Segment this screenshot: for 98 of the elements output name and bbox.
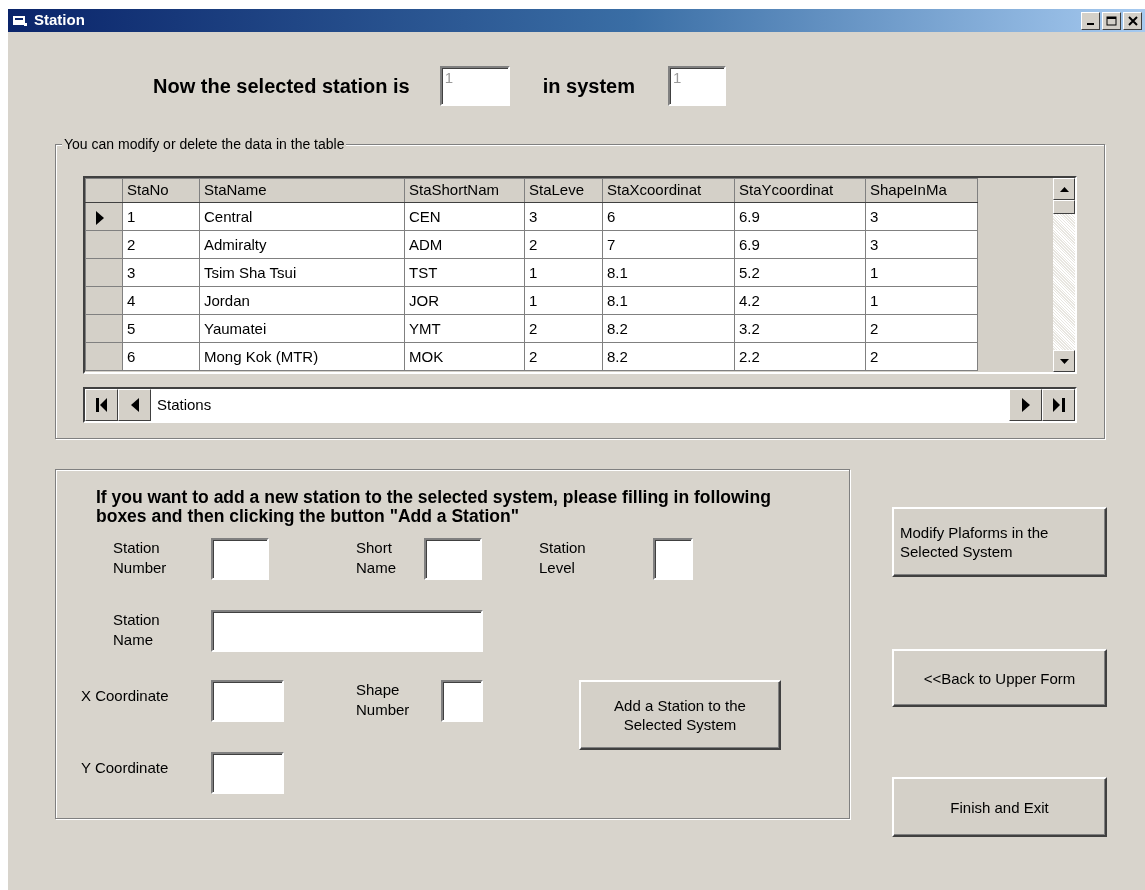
previous-icon: [130, 398, 139, 412]
table-cell: 8.1: [602, 258, 735, 287]
input-field[interactable]: [211, 610, 483, 652]
table-cell: JOR: [404, 286, 525, 315]
table-cell: 6.9: [734, 230, 866, 259]
next-record-button[interactable]: [1009, 389, 1042, 421]
field-label: Y Coordinate: [81, 758, 170, 778]
minimize-icon: [1087, 23, 1094, 25]
vertical-scrollbar[interactable]: [1053, 178, 1075, 372]
table-cell: ADM: [404, 230, 525, 259]
down-arrow-icon: [1059, 358, 1069, 364]
column-header[interactable]: StaXcoordinat: [602, 178, 735, 203]
table-cell: 1: [122, 202, 200, 231]
input-field[interactable]: [424, 538, 482, 580]
table-cell: Tsim Sha Tsui: [199, 258, 405, 287]
field-label: Station Level: [539, 538, 587, 578]
navigator-caption: Stations: [156, 394, 213, 415]
window-title: Station: [34, 10, 85, 31]
current-row-icon: [96, 210, 104, 225]
instructions-text: If you want to add a new station to the selected system, please filling in following boxes and then clicking the button "Add a Station": [96, 488, 772, 526]
table-cell: 1: [524, 258, 603, 287]
add-station-button[interactable]: Add a Station to the Selected System: [579, 680, 781, 750]
form-button[interactable]: Modify Plaforms in the Selected System: [892, 507, 1107, 577]
minimize-button[interactable]: [1081, 11, 1100, 30]
table-cell: 1: [865, 286, 978, 315]
table-cell: 4.2: [734, 286, 866, 315]
row-selector[interactable]: [85, 202, 123, 231]
table-cell: Admiralty: [199, 230, 405, 259]
table-cell: Mong Kok (MTR): [199, 342, 405, 371]
table-cell: 2: [524, 314, 603, 343]
data-grid[interactable]: [83, 176, 1077, 374]
table-cell: 7: [602, 230, 735, 259]
table-cell: 2: [122, 230, 200, 259]
field-label: Shape Number: [356, 680, 411, 720]
field-label: Station Number: [113, 538, 168, 578]
table-cell: 1: [865, 258, 978, 287]
table-cell: 2: [865, 342, 978, 371]
table-cell: 3: [865, 202, 978, 231]
table-cell: 5: [122, 314, 200, 343]
column-header[interactable]: StaLeve: [524, 178, 603, 203]
table-cell: Yaumatei: [199, 314, 405, 343]
field-label: X Coordinate: [81, 686, 170, 706]
field-label: Short Name: [356, 538, 397, 578]
app-icon: [12, 13, 28, 28]
column-header[interactable]: StaNo: [122, 178, 200, 203]
column-header[interactable]: StaShortNam: [404, 178, 525, 203]
table-cell: 1: [524, 286, 603, 315]
table-cell: 6: [602, 202, 735, 231]
table-cell: MOK: [404, 342, 525, 371]
last-icon: [1052, 398, 1065, 412]
next-icon: [1021, 398, 1030, 412]
scroll-down-button[interactable]: [1053, 350, 1075, 372]
station-label: Now the selected station is: [153, 74, 410, 99]
up-arrow-icon: [1059, 186, 1069, 192]
table-cell: 2: [524, 342, 603, 371]
table-cell: 2: [524, 230, 603, 259]
table-cell: CEN: [404, 202, 525, 231]
table-cell: 8.1: [602, 286, 735, 315]
scroll-thumb[interactable]: [1053, 200, 1075, 214]
table-cell: 8.2: [602, 342, 735, 371]
close-button[interactable]: [1123, 11, 1142, 30]
table-cell: Jordan: [199, 286, 405, 315]
table-cell: 3: [524, 202, 603, 231]
table-cell: 3.2: [734, 314, 866, 343]
frame-legend: You can modify or delete the data in the table: [62, 135, 347, 153]
scroll-up-button[interactable]: [1053, 178, 1075, 200]
table-cell: TST: [404, 258, 525, 287]
column-header[interactable]: ShapeInMa: [865, 178, 978, 203]
table-cell: 3: [865, 230, 978, 259]
table-cell: Central: [199, 202, 405, 231]
close-icon: [1127, 15, 1138, 26]
table-cell: 4: [122, 286, 200, 315]
column-header[interactable]: StaName: [199, 178, 405, 203]
input-field[interactable]: [653, 538, 693, 580]
grid-corner: [85, 178, 123, 203]
table-cell: 6.9: [734, 202, 866, 231]
table-cell: 2.2: [734, 342, 866, 371]
table-cell: 6: [122, 342, 200, 371]
previous-record-button[interactable]: [118, 389, 151, 421]
input-field[interactable]: [211, 680, 284, 722]
system-label: in system: [542, 74, 635, 99]
maximize-icon: [1106, 15, 1117, 26]
first-icon: [95, 398, 108, 412]
input-field[interactable]: [211, 752, 284, 794]
table-cell: 3: [122, 258, 200, 287]
table-cell: 8.2: [602, 314, 735, 343]
input-field[interactable]: [441, 680, 483, 722]
table-cell: 5.2: [734, 258, 866, 287]
table-cell: 2: [865, 314, 978, 343]
table-cell: YMT: [404, 314, 525, 343]
input-field[interactable]: [211, 538, 269, 580]
last-record-button[interactable]: [1042, 389, 1075, 421]
first-record-button[interactable]: [85, 389, 118, 421]
column-header[interactable]: StaYcoordinat: [734, 178, 866, 203]
form-button[interactable]: Finish and Exit: [892, 777, 1107, 837]
form-button[interactable]: <<Back to Upper Form: [892, 649, 1107, 707]
field-label: Station Name: [113, 610, 161, 650]
maximize-button[interactable]: [1102, 11, 1121, 30]
